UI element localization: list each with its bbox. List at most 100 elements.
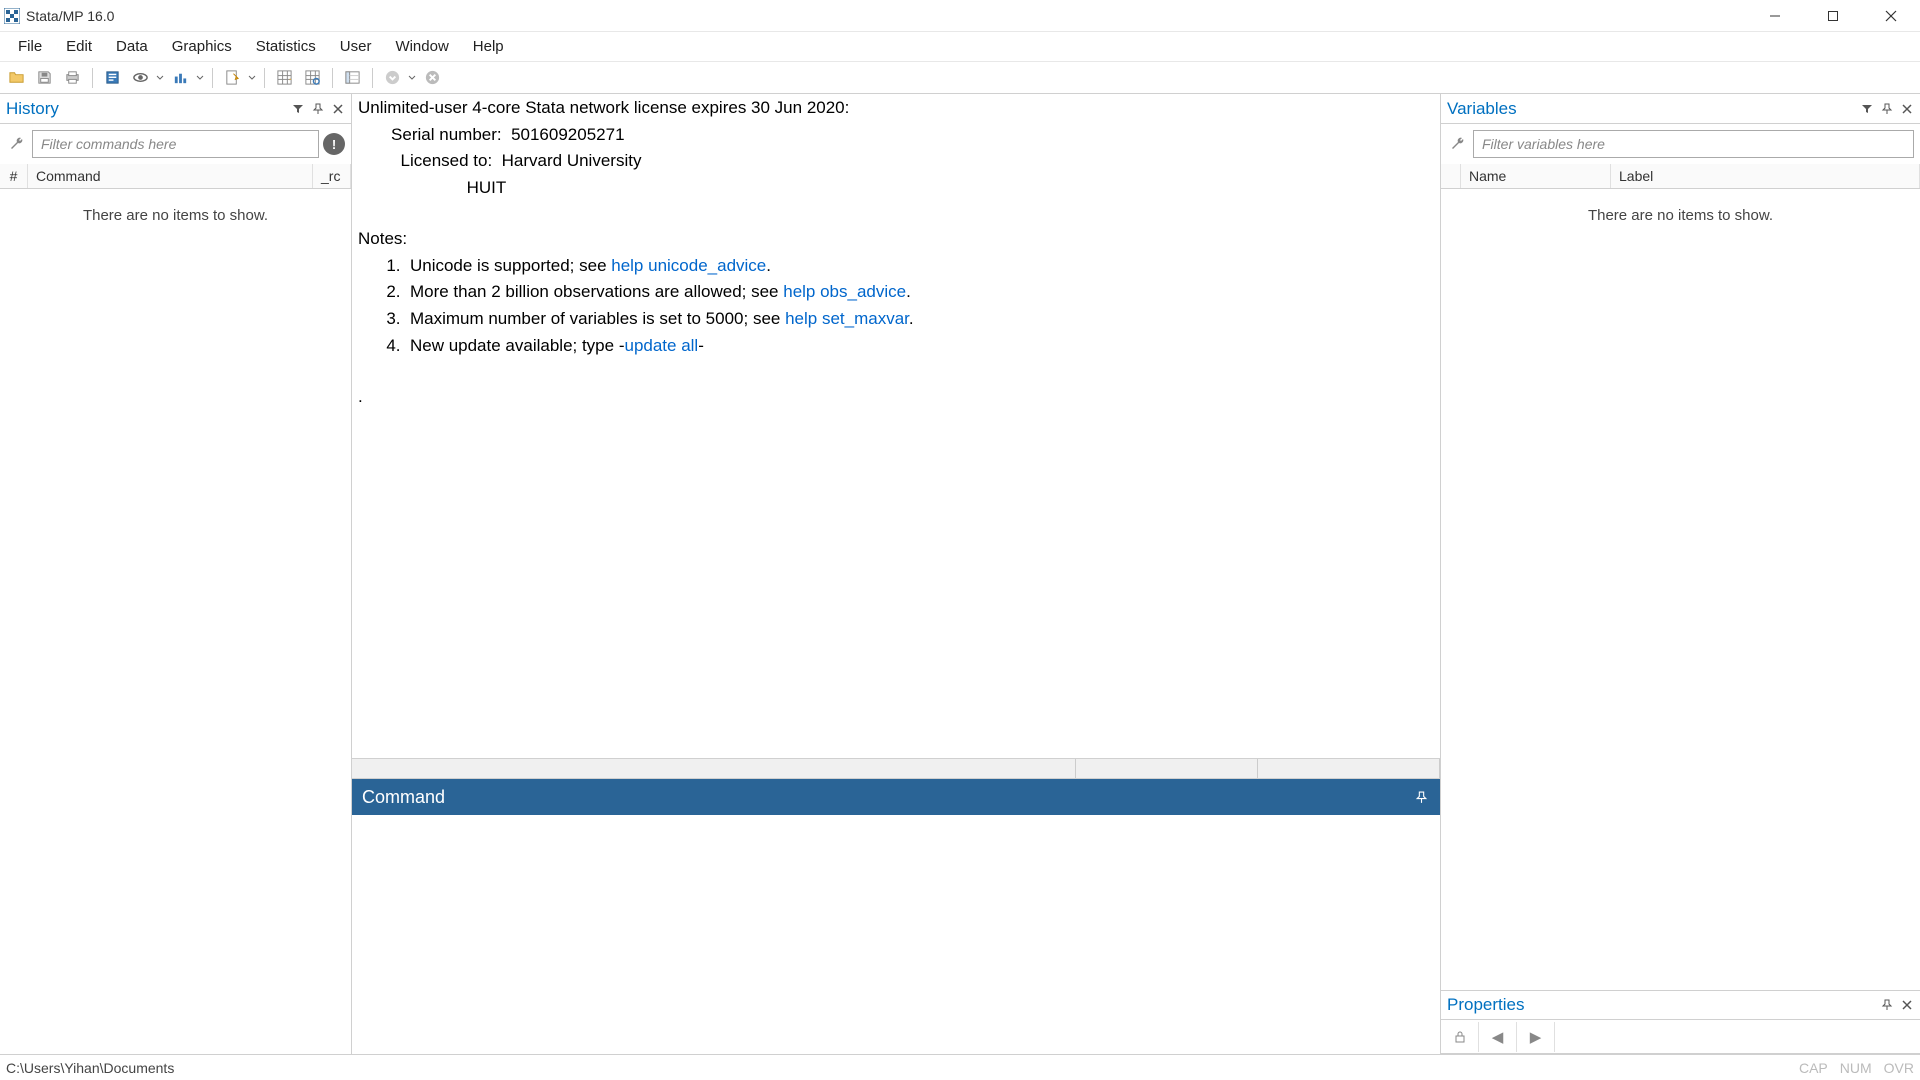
menu-user[interactable]: User xyxy=(328,34,384,59)
menu-statistics[interactable]: Statistics xyxy=(244,34,328,59)
results-content: Unlimited-user 4-core Stata network lice… xyxy=(352,94,1440,414)
command-input[interactable] xyxy=(352,815,1440,1054)
menu-edit[interactable]: Edit xyxy=(54,34,104,59)
data-editor-browse-icon[interactable] xyxy=(300,65,325,90)
history-column-headers: # Command _rc xyxy=(0,164,351,189)
working-directory: C:\Users\Yihan\Documents xyxy=(6,1060,174,1076)
variables-filter-input[interactable] xyxy=(1473,130,1914,158)
history-info-icon[interactable]: ! xyxy=(323,133,345,155)
minimize-button[interactable] xyxy=(1746,0,1804,32)
note1-post: . xyxy=(766,256,771,275)
properties-lock-icon[interactable] xyxy=(1441,1022,1479,1052)
note4-post: - xyxy=(698,336,704,355)
history-title: History xyxy=(6,99,289,119)
data-editor-edit-icon[interactable] xyxy=(272,65,297,90)
history-empty-message: There are no items to show. xyxy=(0,189,351,242)
center-pane: Unlimited-user 4-core Stata network lice… xyxy=(352,94,1440,1054)
num-indicator: NUM xyxy=(1840,1060,1872,1076)
history-close-icon[interactable] xyxy=(329,100,347,118)
variables-empty-message: There are no items to show. xyxy=(1441,189,1920,242)
menu-bar: File Edit Data Graphics Statistics User … xyxy=(0,32,1920,62)
licensed-value: Harvard University xyxy=(502,151,642,170)
command-pin-icon[interactable] xyxy=(1412,788,1430,806)
variables-col-name[interactable]: Name xyxy=(1461,164,1611,188)
variables-wrench-icon[interactable] xyxy=(1447,133,1469,155)
close-button[interactable] xyxy=(1862,0,1920,32)
variables-filter-row xyxy=(1441,124,1920,164)
properties-header: Properties xyxy=(1441,990,1920,1020)
properties-title: Properties xyxy=(1447,995,1878,1015)
menu-help[interactable]: Help xyxy=(461,34,516,59)
command-header: Command xyxy=(352,779,1440,815)
history-pane: History ! # Command _rc There are no ite… xyxy=(0,94,352,1054)
main-area: History ! # Command _rc There are no ite… xyxy=(0,94,1920,1054)
wrench-icon[interactable] xyxy=(6,133,28,155)
stata-app-icon xyxy=(4,8,20,24)
results-status-cells xyxy=(352,759,1440,779)
note2-post: . xyxy=(906,282,911,301)
variables-manager-icon[interactable] xyxy=(340,65,365,90)
variables-filter-icon[interactable] xyxy=(1858,100,1876,118)
serial-label: Serial number: xyxy=(358,125,511,144)
variables-col-blank[interactable] xyxy=(1441,164,1461,188)
history-col-rc[interactable]: _rc xyxy=(313,164,351,188)
menu-file[interactable]: File xyxy=(6,34,54,59)
variables-column-headers: Name Label xyxy=(1441,164,1920,189)
graph-icon[interactable] xyxy=(168,65,193,90)
save-icon[interactable] xyxy=(32,65,57,90)
variables-pin-icon[interactable] xyxy=(1878,100,1896,118)
print-icon[interactable] xyxy=(60,65,85,90)
history-filter-input[interactable] xyxy=(32,130,319,158)
open-icon[interactable] xyxy=(4,65,29,90)
right-pane: Variables Name Label There are no items … xyxy=(1440,94,1920,1054)
help-obs-advice-link[interactable]: help obs_advice xyxy=(783,282,906,301)
history-col-command[interactable]: Command xyxy=(28,164,313,188)
menu-window[interactable]: Window xyxy=(383,34,460,59)
results-window[interactable]: Unlimited-user 4-core Stata network lice… xyxy=(352,94,1440,759)
window-title: Stata/MP 16.0 xyxy=(26,8,114,24)
viewer-icon[interactable] xyxy=(128,65,153,90)
properties-pin-icon[interactable] xyxy=(1878,996,1896,1014)
command-title: Command xyxy=(362,787,445,808)
title-bar: Stata/MP 16.0 xyxy=(0,0,1920,32)
toolbar xyxy=(0,62,1920,94)
dofile-dropdown-icon[interactable] xyxy=(246,65,257,90)
licensed-line2: HUIT xyxy=(358,178,506,197)
cap-indicator: CAP xyxy=(1799,1060,1828,1076)
variables-title: Variables xyxy=(1447,99,1858,119)
ovr-indicator: OVR xyxy=(1884,1060,1914,1076)
properties-next-icon[interactable]: ▶ xyxy=(1517,1022,1555,1052)
note2-pre: 2. More than 2 billion observations are … xyxy=(358,282,783,301)
note3-post: . xyxy=(909,309,914,328)
dofile-editor-icon[interactable] xyxy=(220,65,245,90)
history-filter-row: ! xyxy=(0,124,351,164)
properties-prev-icon[interactable]: ◀ xyxy=(1479,1022,1517,1052)
variables-pane: Variables Name Label There are no items … xyxy=(1441,94,1920,990)
log-icon[interactable] xyxy=(100,65,125,90)
history-col-hash[interactable]: # xyxy=(0,164,28,188)
graph-dropdown-icon[interactable] xyxy=(194,65,205,90)
status-cell-2 xyxy=(1076,759,1258,778)
properties-toolbar: ◀ ▶ xyxy=(1441,1020,1920,1054)
menu-graphics[interactable]: Graphics xyxy=(160,34,244,59)
maximize-button[interactable] xyxy=(1804,0,1862,32)
variables-close-icon[interactable] xyxy=(1898,100,1916,118)
help-unicode-advice-link[interactable]: help unicode_advice xyxy=(611,256,766,275)
update-all-link[interactable]: update all xyxy=(624,336,698,355)
more-icon[interactable] xyxy=(380,65,405,90)
viewer-dropdown-icon[interactable] xyxy=(154,65,165,90)
help-set-maxvar-link[interactable]: help set_maxvar xyxy=(785,309,909,328)
more-dropdown-icon[interactable] xyxy=(406,65,417,90)
licensed-label: Licensed to: xyxy=(358,151,502,170)
history-header: History xyxy=(0,94,351,124)
properties-close-icon[interactable] xyxy=(1898,996,1916,1014)
variables-col-label[interactable]: Label xyxy=(1611,164,1920,188)
history-pin-icon[interactable] xyxy=(309,100,327,118)
menu-data[interactable]: Data xyxy=(104,34,160,59)
break-icon[interactable] xyxy=(420,65,445,90)
license-line: Unlimited-user 4-core Stata network lice… xyxy=(358,98,849,117)
history-filter-icon[interactable] xyxy=(289,100,307,118)
note1-pre: 1. Unicode is supported; see xyxy=(358,256,611,275)
notes-label: Notes: xyxy=(358,229,407,248)
note4-pre: 4. New update available; type - xyxy=(358,336,624,355)
